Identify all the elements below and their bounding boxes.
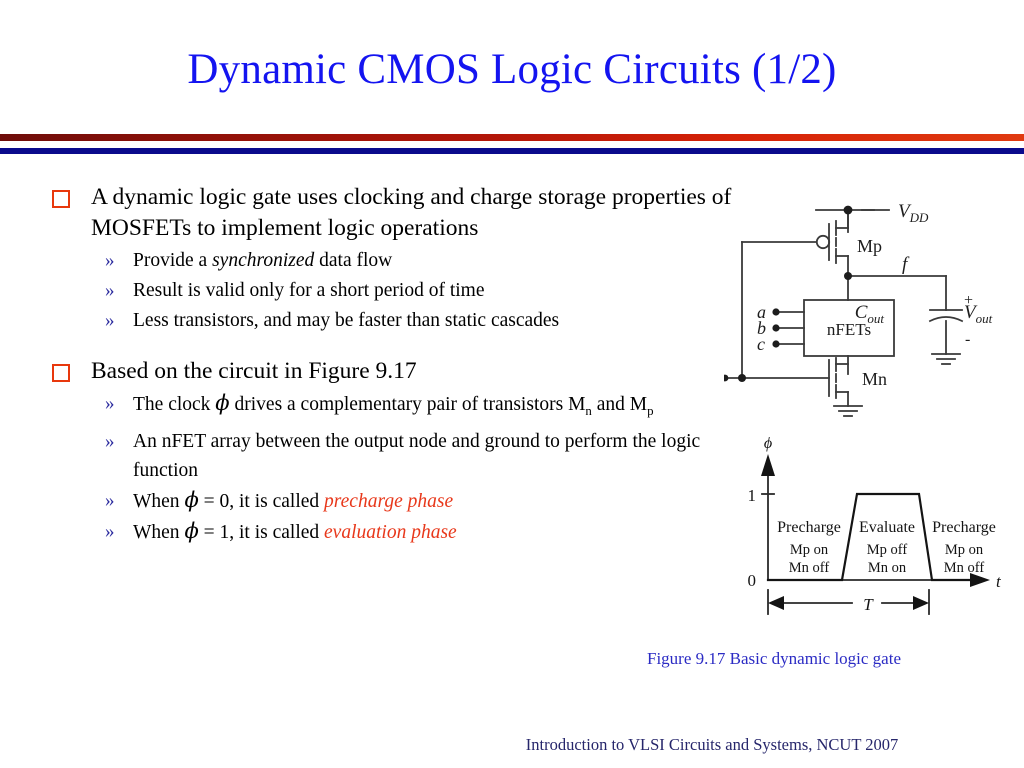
text-run: p [647,403,654,418]
text-run: Based on the circuit in Figure 9.17 [91,358,417,384]
bullet-list: A dynamic logic gate uses clocking and c… [52,182,742,548]
sub-bullet-text: Result is valid only for a short period … [133,276,742,305]
y-tick-1: 1 [748,486,757,505]
sub-bullet-item: » An nFET array between the output node … [105,427,742,485]
timing-diagram-figure: ϕ t 1 0 T Precharge Mp on Mn off Evaluat… [712,424,1024,624]
period-arrow-right [913,596,929,610]
region-title-precharge-1: Precharge [777,519,841,536]
square-outline-icon [52,364,70,382]
text-run: precharge phase [324,490,454,512]
text-run: Provide a [133,250,213,271]
guillemet-icon: » [105,280,115,301]
guillemet-icon: » [105,250,115,271]
y-axis-arrow [761,454,775,476]
sub-bullet-text: The clock ϕ drives a complementary pair … [133,389,742,426]
region-line-evaluate-b: Mn on [868,560,907,576]
circuit-schematic-figure: VDD Mp f Cout + Vout - nFETs a b c Mn [721,188,1024,420]
text-run: When [133,521,185,543]
region-title-precharge-2: Precharge [932,519,996,536]
x-axis-label: t [996,572,1002,591]
label-vdd: VDD [898,201,929,225]
text-run: ϕ [215,391,230,415]
bullet-group-gap [52,336,742,356]
label-mp: Mp [857,236,882,256]
sub-bullet-text: An nFET array between the output node an… [133,427,742,485]
sub-bullet-text: Less transistors, and may be faster than… [133,306,742,335]
sub-bullet-item: » When ϕ = 0, it is called precharge pha… [105,486,742,516]
bullet-text: A dynamic logic gate uses clocking and c… [91,182,742,244]
node-dot-c [772,340,780,348]
sub-bullet-item: » Result is valid only for a short perio… [105,276,742,305]
bullet-text: Based on the circuit in Figure 9.17 [91,356,742,387]
guillemet-icon: » [105,430,115,452]
label-f: f [902,254,910,275]
slide-footer: Introduction to VLSI Circuits and System… [525,735,899,754]
region-line-precharge-2b: Mn off [944,560,985,576]
node-dot-b [772,324,780,332]
node-dot-vdd [843,205,853,215]
text-run: and M [591,394,648,415]
text-run: = 1, it is called [198,521,325,543]
text-run: data flow [314,250,393,271]
node-dot-clock [738,374,746,382]
guillemet-icon: » [105,489,115,511]
sub-bullet-item: » Provide a synchronized data flow [105,246,742,275]
period-label: T [863,595,874,614]
guillemet-icon: » [105,310,115,331]
text-run: Less transistors, and may be faster than… [133,310,560,331]
timing-diagram-svg: ϕ t 1 0 T Precharge Mp on Mn off Evaluat… [748,435,1002,615]
region-line-precharge-1a: Mp on [790,542,829,558]
region-line-evaluate-a: Mp off [867,542,908,558]
sub-bullet-text: When ϕ = 1, it is called evaluation phas… [133,517,742,547]
region-line-precharge-1b: Mn off [789,560,830,576]
y-axis-label: ϕ [764,435,772,452]
label-nfets: nFETs [827,320,871,339]
text-run: = 0, it is called [198,490,325,512]
bullet-item: Based on the circuit in Figure 9.17 [52,356,742,387]
sub-bullet-item: » Less transistors, and may be faster th… [105,306,742,335]
circuit-schematic-svg: VDD Mp f Cout + Vout - nFETs a b c Mn [721,201,993,417]
square-outline-icon [52,190,70,208]
text-run: When [133,490,185,512]
node-dot-a [772,308,780,316]
node-dot-f [844,272,852,280]
divider-bar-blue [0,148,1024,154]
guillemet-icon: » [105,393,115,414]
divider-bar-red [0,134,1024,141]
sub-bullet-item: » The clock ϕ drives a complementary pai… [105,389,742,426]
text-run: synchronized [212,250,315,271]
page-title: Dynamic CMOS Logic Circuits (1/2) [187,46,837,93]
text-run: ϕ [184,487,199,512]
text-run: ϕ [184,518,199,543]
text-run: Result is valid only for a short period … [133,280,485,301]
region-title-evaluate: Evaluate [859,519,915,536]
text-run: A dynamic logic gate uses clocking and c… [91,184,732,241]
text-run: drives a complementary pair of transisto… [229,394,586,415]
text-run: An nFET array between the output node an… [133,430,701,481]
sub-bullet-text: Provide a synchronized data flow [133,246,742,275]
text-run: The clock [133,394,216,415]
label-input-c: c [757,334,765,354]
bullet-item: A dynamic logic gate uses clocking and c… [52,182,742,244]
period-arrow-left [768,596,784,610]
sub-bullet-text: When ϕ = 0, it is called precharge phase [133,486,742,516]
guillemet-icon: » [105,520,115,542]
region-line-precharge-2a: Mp on [945,542,984,558]
figure-caption: Figure 9.17 Basic dynamic logic gate [647,649,901,668]
label-vout: Vout [964,302,993,326]
y-tick-0: 0 [748,571,757,590]
sub-bullet-item: » When ϕ = 1, it is called evaluation ph… [105,517,742,547]
label-minus: - [965,331,970,348]
label-mn: Mn [862,369,887,389]
node-dot-clock-term [721,374,729,382]
text-run: evaluation phase [324,521,457,543]
